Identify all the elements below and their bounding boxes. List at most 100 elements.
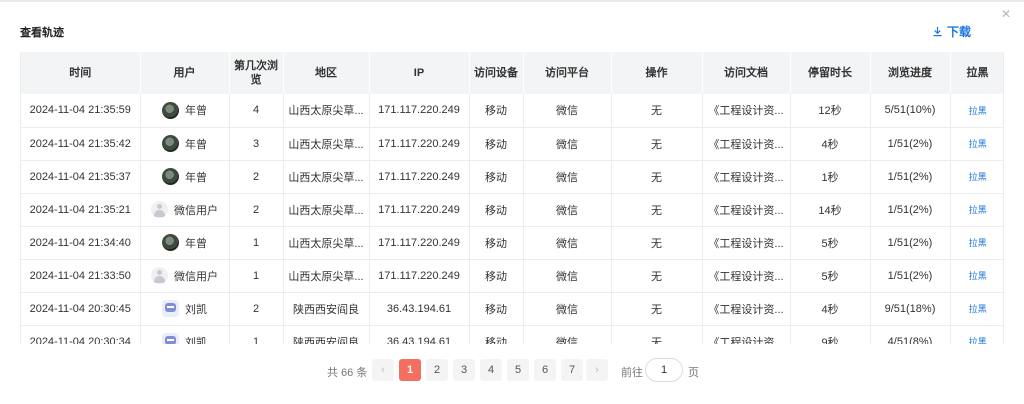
action-cell: 无 — [611, 193, 703, 227]
goto-label: 前往 — [621, 367, 643, 379]
visit-cell: 2 — [229, 292, 284, 326]
page-button-2[interactable]: 2 — [426, 359, 448, 381]
platform-cell: 微信 — [523, 292, 612, 326]
top-divider — [0, 0, 1024, 2]
region-cell: 山西太原尖草... — [283, 94, 370, 128]
doc-cell: 《工程设计资... — [702, 127, 791, 161]
platform-cell: 微信 — [523, 259, 612, 293]
user-cell: 微信用户 — [140, 193, 230, 227]
doc-cell: 《工程设计资... — [702, 292, 791, 326]
goto-page-input[interactable] — [645, 358, 683, 382]
block-cell: 拉黑 — [950, 193, 1003, 227]
table-row: 2024-11-04 20:30:45 刘凯 2 陕西西安阎良 36.43.194.61… — [21, 292, 1003, 326]
column-header: 用户 — [140, 52, 230, 94]
ip-cell: 171.117.220.249 — [369, 193, 470, 227]
download-label: 下载 — [947, 25, 972, 39]
visit-cell: 1 — [229, 325, 284, 344]
stay-cell: 12秒 — [790, 94, 871, 128]
blacklist-link[interactable]: 拉黑 — [969, 304, 987, 314]
block-cell: 拉黑 — [950, 160, 1003, 194]
table-header-row: 时间 用户 第几次浏览 地区 IP 访问设备 访问平台 操作 访问文档 停留时长 浏览进度 拉黑 — [21, 52, 1003, 94]
doc-cell: 《工程设计资... — [702, 160, 791, 194]
visit-cell: 1 — [229, 259, 284, 293]
column-header: 访问文档 — [702, 52, 791, 94]
blacklist-link[interactable]: 拉黑 — [969, 205, 987, 215]
block-cell: 拉黑 — [950, 226, 1003, 260]
page-button-6[interactable]: 6 — [534, 359, 556, 381]
platform-cell: 微信 — [523, 193, 612, 227]
user-name: 刘凯 — [185, 336, 207, 345]
time-cell: 2024-11-04 21:33:50 — [21, 259, 141, 293]
column-header: 拉黑 — [950, 52, 1003, 94]
block-cell: 拉黑 — [950, 259, 1003, 293]
block-cell: 拉黑 — [950, 292, 1003, 326]
stay-cell: 5秒 — [790, 226, 871, 260]
progress-cell: 1/51(2%) — [870, 226, 951, 260]
user-name: 年曾 — [185, 171, 207, 184]
avatar — [162, 135, 179, 152]
table-row: 2024-11-04 21:35:42 年曾 3 山西太原尖草... 171.117.2… — [21, 127, 1003, 161]
device-cell: 移动 — [469, 259, 524, 293]
user-cell: 刘凯 — [140, 292, 230, 326]
user-name: 年曾 — [185, 237, 207, 250]
region-cell: 陕西西安阎良 — [283, 325, 370, 344]
page-button-7[interactable]: 7 — [561, 359, 583, 381]
dialog-title: 查看轨迹 — [20, 27, 64, 39]
doc-cell: 《工程设计资... — [702, 94, 791, 128]
avatar — [162, 234, 179, 251]
user-cell: 年曾 — [140, 127, 230, 161]
next-page-button[interactable]: › — [586, 359, 608, 381]
block-cell: 拉黑 — [950, 127, 1003, 161]
visit-cell: 2 — [229, 160, 284, 194]
table-row: 2024-11-04 21:35:59 年曾 4 山西太原尖草... 171.117.2… — [21, 94, 1003, 128]
user-cell: 微信用户 — [140, 259, 230, 293]
user-name: 微信用户 — [174, 204, 218, 217]
column-header: 浏览进度 — [870, 52, 951, 94]
progress-cell: 9/51(18%) — [870, 292, 951, 326]
progress-cell: 1/51(2%) — [870, 160, 951, 194]
platform-cell: 微信 — [523, 94, 612, 128]
visit-cell: 4 — [229, 94, 284, 128]
avatar — [151, 201, 168, 218]
block-cell: 拉黑 — [950, 325, 1003, 344]
avatar — [162, 333, 179, 344]
download-button[interactable]: 下载 — [932, 23, 971, 40]
blacklist-link[interactable]: 拉黑 — [969, 337, 987, 344]
page-button-1[interactable]: 1 — [399, 359, 421, 381]
doc-cell: 《工程设计资... — [702, 325, 791, 344]
page-button-3[interactable]: 3 — [453, 359, 475, 381]
action-cell: 无 — [611, 226, 703, 260]
download-icon — [933, 26, 942, 37]
blacklist-link[interactable]: 拉黑 — [969, 172, 987, 182]
time-cell: 2024-11-04 21:35:59 — [21, 94, 141, 128]
blacklist-link[interactable]: 拉黑 — [969, 106, 987, 116]
device-cell: 移动 — [469, 325, 524, 344]
close-icon[interactable]: ✕ — [1000, 8, 1012, 20]
progress-cell: 1/51(2%) — [870, 193, 951, 227]
page-button-5[interactable]: 5 — [507, 359, 529, 381]
blacklist-link[interactable]: 拉黑 — [969, 238, 987, 248]
time-cell: 2024-11-04 21:35:37 — [21, 160, 141, 194]
region-cell: 山西太原尖草... — [283, 226, 370, 260]
ip-cell: 171.117.220.249 — [369, 94, 470, 128]
page-suffix: 页 — [688, 367, 699, 379]
stay-cell: 4秒 — [790, 127, 871, 161]
doc-cell: 《工程设计资... — [702, 259, 791, 293]
device-cell: 移动 — [469, 226, 524, 260]
device-cell: 移动 — [469, 193, 524, 227]
time-cell: 2024-11-04 21:34:40 — [21, 226, 141, 260]
ip-cell: 171.117.220.249 — [369, 226, 470, 260]
time-cell: 2024-11-04 20:30:45 — [21, 292, 141, 326]
blacklist-link[interactable]: 拉黑 — [969, 139, 987, 149]
blacklist-link[interactable]: 拉黑 — [969, 271, 987, 281]
column-header: 第几次浏览 — [229, 52, 284, 94]
table-row: 2024-11-04 21:35:21 微信用户 2 山西太原尖草... 171.117… — [21, 193, 1003, 227]
action-cell: 无 — [611, 127, 703, 161]
prev-page-button[interactable]: ‹ — [372, 359, 394, 381]
action-cell: 无 — [611, 292, 703, 326]
block-cell: 拉黑 — [950, 94, 1003, 128]
region-cell: 山西太原尖草... — [283, 127, 370, 161]
user-cell: 年曾 — [140, 226, 230, 260]
table-row: 2024-11-04 20:30:34 刘凯 1 陕西西安阎良 36.43.194.61… — [21, 325, 1003, 345]
page-button-4[interactable]: 4 — [480, 359, 502, 381]
